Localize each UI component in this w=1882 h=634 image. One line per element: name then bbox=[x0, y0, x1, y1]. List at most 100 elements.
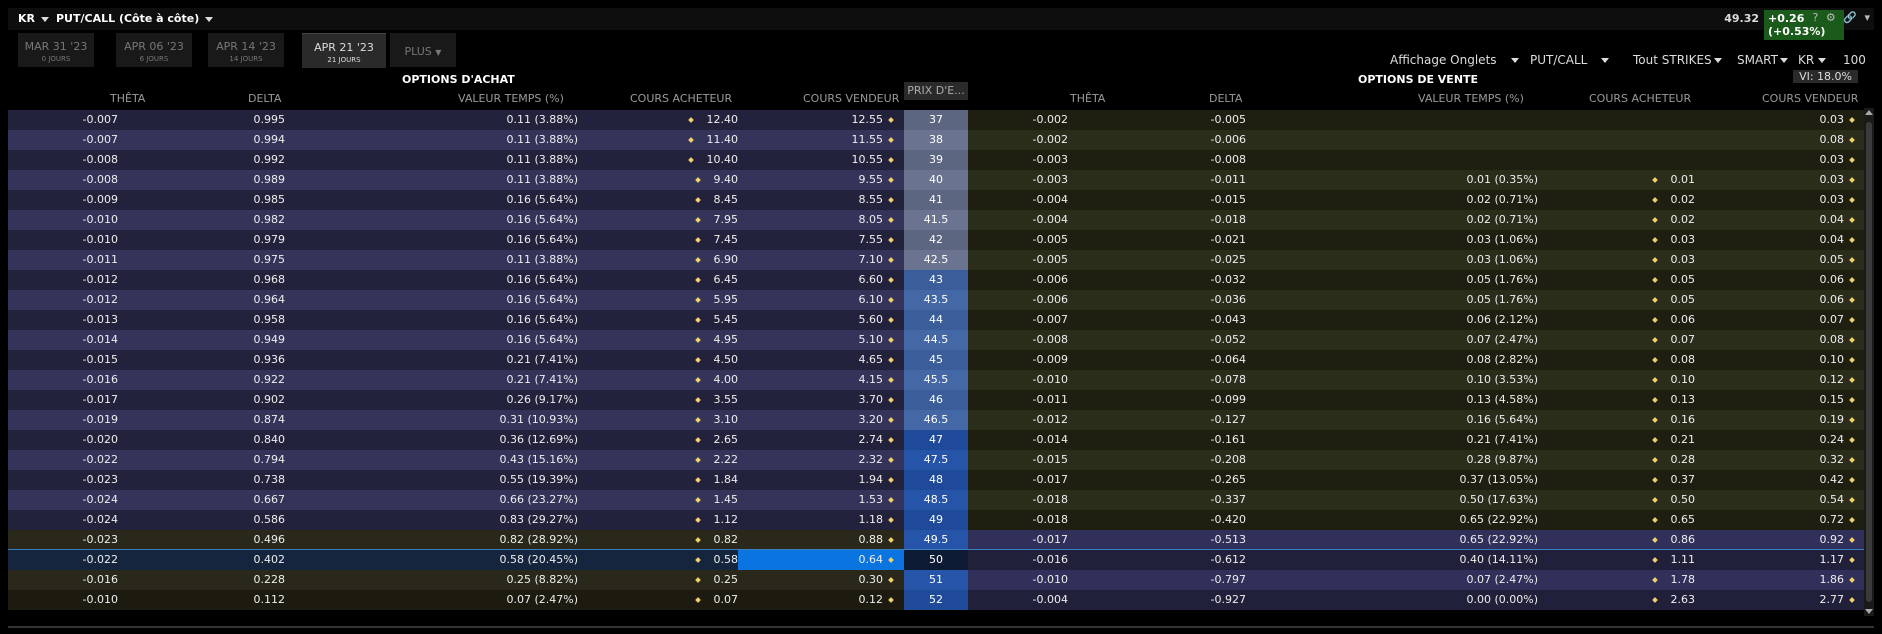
put-bid-cell[interactable]: 1.78 bbox=[1548, 570, 1695, 590]
call-bid-cell[interactable]: 0.58 bbox=[588, 550, 738, 570]
strike-cell[interactable]: 46.5 bbox=[904, 410, 968, 430]
strike-cell[interactable]: 41.5 bbox=[904, 210, 968, 230]
call-ask-cell[interactable]: 0.30 bbox=[753, 570, 894, 590]
strike-cell[interactable]: 43.5 bbox=[904, 290, 968, 310]
puts-theta-header[interactable]: THÊTA bbox=[1070, 92, 1105, 105]
puts-ask-header[interactable]: COURS VENDEUR bbox=[1762, 92, 1858, 105]
underlying-dropdown[interactable]: KR bbox=[1798, 53, 1827, 67]
put-bid-cell[interactable] bbox=[1548, 110, 1695, 130]
table-row[interactable]: -0.008 0.989 0.11 (3.88%) 9.40 9.55 -0.003 -0.… bbox=[8, 170, 1864, 190]
table-row[interactable]: -0.020 0.840 0.36 (12.69%) 2.65 2.74 -0.014 -0… bbox=[8, 430, 1864, 450]
table-row[interactable]: -0.011 0.975 0.11 (3.88%) 6.90 7.10 -0.005 -0.… bbox=[8, 250, 1864, 270]
strike-cell[interactable]: 38 bbox=[904, 130, 968, 150]
strike-cell[interactable]: 45 bbox=[904, 350, 968, 370]
call-ask-cell[interactable]: 1.94 bbox=[753, 470, 894, 490]
call-bid-cell[interactable]: 6.90 bbox=[588, 250, 738, 270]
put-bid-cell[interactable]: 0.06 bbox=[1548, 310, 1695, 330]
table-row[interactable]: -0.016 0.922 0.21 (7.41%) 4.00 4.15 -0.010 -0.… bbox=[8, 370, 1864, 390]
call-bid-cell[interactable]: 9.40 bbox=[588, 170, 738, 190]
call-ask-cell[interactable]: 1.18 bbox=[753, 510, 894, 530]
call-bid-cell[interactable]: 1.84 bbox=[588, 470, 738, 490]
put-ask-cell[interactable]: 0.54 bbox=[1708, 490, 1855, 510]
strike-column-header[interactable]: PRIX D'E... bbox=[904, 82, 968, 100]
table-row[interactable]: -0.022 0.794 0.43 (15.16%) 2.22 2.32 -0.015 -0… bbox=[8, 450, 1864, 470]
view-mode-selector[interactable]: PUT/CALL (Côte à côte) bbox=[56, 12, 214, 25]
call-bid-cell[interactable]: 4.95 bbox=[588, 330, 738, 350]
table-row[interactable]: -0.019 0.874 0.31 (10.93%) 3.10 3.20 -0.012 -0… bbox=[8, 410, 1864, 430]
table-row[interactable]: -0.010 0.982 0.16 (5.64%) 7.95 8.05 -0.004 -0.… bbox=[8, 210, 1864, 230]
calls-bid-header[interactable]: COURS ACHETEUR bbox=[630, 92, 732, 105]
calls-timevalue-header[interactable]: VALEUR TEMPS (%) bbox=[458, 92, 564, 105]
strike-cell[interactable]: 41 bbox=[904, 190, 968, 210]
call-ask-cell[interactable]: 5.60 bbox=[753, 310, 894, 330]
table-row[interactable]: -0.009 0.985 0.16 (5.64%) 8.45 8.55 -0.004 -0.… bbox=[8, 190, 1864, 210]
put-ask-cell[interactable]: 1.86 bbox=[1708, 570, 1855, 590]
strike-cell[interactable]: 52 bbox=[904, 590, 968, 610]
put-ask-cell[interactable]: 0.03 bbox=[1708, 150, 1855, 170]
call-ask-cell[interactable]: 12.55 bbox=[753, 110, 894, 130]
call-bid-cell[interactable]: 8.45 bbox=[588, 190, 738, 210]
strike-cell[interactable]: 45.5 bbox=[904, 370, 968, 390]
exchange-dropdown[interactable]: SMART bbox=[1737, 53, 1788, 67]
call-ask-cell[interactable]: 1.53 bbox=[753, 490, 894, 510]
call-bid-cell[interactable]: 12.40 bbox=[588, 110, 738, 130]
put-bid-cell[interactable]: 0.28 bbox=[1548, 450, 1695, 470]
put-ask-cell[interactable]: 0.92 bbox=[1708, 530, 1855, 550]
call-ask-cell[interactable]: 0.88 bbox=[753, 530, 894, 550]
call-bid-cell[interactable]: 0.82 bbox=[588, 530, 738, 550]
put-bid-cell[interactable]: 0.08 bbox=[1548, 350, 1695, 370]
table-row[interactable]: -0.010 0.112 0.07 (2.47%) 0.07 0.12 -0.004 -0.… bbox=[8, 590, 1864, 610]
call-ask-cell[interactable]: 3.20 bbox=[753, 410, 894, 430]
tab-expiry-apr14[interactable]: APR 14 '23 14 JOURS bbox=[208, 33, 284, 67]
put-ask-cell[interactable]: 0.06 bbox=[1708, 270, 1855, 290]
put-bid-cell[interactable]: 0.13 bbox=[1548, 390, 1695, 410]
put-ask-cell[interactable]: 0.10 bbox=[1708, 350, 1855, 370]
call-bid-cell[interactable]: 6.45 bbox=[588, 270, 738, 290]
put-ask-cell[interactable]: 0.32 bbox=[1708, 450, 1855, 470]
display-mode-dropdown[interactable]: Affichage Onglets bbox=[1390, 53, 1519, 67]
put-ask-cell[interactable]: 0.08 bbox=[1708, 330, 1855, 350]
put-ask-cell[interactable]: 0.03 bbox=[1708, 110, 1855, 130]
strike-cell[interactable]: 49.5 bbox=[904, 530, 968, 550]
call-ask-cell[interactable]: 10.55 bbox=[753, 150, 894, 170]
strike-cell[interactable]: 49 bbox=[904, 510, 968, 530]
call-bid-cell[interactable]: 4.50 bbox=[588, 350, 738, 370]
put-ask-cell[interactable]: 0.05 bbox=[1708, 250, 1855, 270]
link-icon[interactable]: 🔗 bbox=[1843, 11, 1857, 24]
calls-delta-header[interactable]: DELTA bbox=[248, 92, 281, 105]
table-row[interactable]: -0.022 0.402 0.58 (20.45%) 0.58 0.64 -0.016 -0… bbox=[8, 549, 1864, 571]
calls-theta-header[interactable]: THÊTA bbox=[110, 92, 145, 105]
table-row[interactable]: -0.007 0.994 0.11 (3.88%) 11.40 11.55 -0.002 -… bbox=[8, 130, 1864, 150]
call-bid-cell[interactable]: 3.10 bbox=[588, 410, 738, 430]
put-ask-cell[interactable]: 1.17 bbox=[1708, 550, 1855, 570]
put-bid-cell[interactable]: 0.16 bbox=[1548, 410, 1695, 430]
strike-cell[interactable]: 48.5 bbox=[904, 490, 968, 510]
call-ask-cell[interactable]: 11.55 bbox=[753, 130, 894, 150]
put-ask-cell[interactable]: 0.12 bbox=[1708, 370, 1855, 390]
strike-cell[interactable]: 51 bbox=[904, 570, 968, 590]
table-row[interactable]: -0.023 0.496 0.82 (28.92%) 0.82 0.88 -0.017 -0… bbox=[8, 530, 1864, 550]
put-ask-cell[interactable]: 0.03 bbox=[1708, 170, 1855, 190]
put-ask-cell[interactable]: 0.07 bbox=[1708, 310, 1855, 330]
strike-cell[interactable]: 48 bbox=[904, 470, 968, 490]
table-row[interactable]: -0.013 0.958 0.16 (5.64%) 5.45 5.60 -0.007 -0.… bbox=[8, 310, 1864, 330]
put-bid-cell[interactable]: 0.01 bbox=[1548, 170, 1695, 190]
put-bid-cell[interactable]: 0.05 bbox=[1548, 290, 1695, 310]
put-ask-cell[interactable]: 0.03 bbox=[1708, 190, 1855, 210]
table-row[interactable]: -0.023 0.738 0.55 (19.39%) 1.84 1.94 -0.017 -0… bbox=[8, 470, 1864, 490]
call-ask-cell[interactable]: 2.32 bbox=[753, 450, 894, 470]
call-ask-cell[interactable]: 4.65 bbox=[753, 350, 894, 370]
call-bid-cell[interactable]: 0.25 bbox=[588, 570, 738, 590]
call-bid-cell[interactable]: 2.22 bbox=[588, 450, 738, 470]
put-bid-cell[interactable]: 0.02 bbox=[1548, 190, 1695, 210]
put-ask-cell[interactable]: 0.42 bbox=[1708, 470, 1855, 490]
gear-icon[interactable]: ⚙ bbox=[1826, 11, 1836, 24]
put-bid-cell[interactable]: 0.65 bbox=[1548, 510, 1695, 530]
put-ask-cell[interactable]: 0.15 bbox=[1708, 390, 1855, 410]
tab-more[interactable]: PLUS ▼ bbox=[390, 33, 456, 67]
call-bid-cell[interactable]: 5.95 bbox=[588, 290, 738, 310]
call-ask-cell[interactable]: 8.55 bbox=[753, 190, 894, 210]
call-bid-cell[interactable]: 10.40 bbox=[588, 150, 738, 170]
strike-cell[interactable]: 42.5 bbox=[904, 250, 968, 270]
put-bid-cell[interactable]: 0.37 bbox=[1548, 470, 1695, 490]
